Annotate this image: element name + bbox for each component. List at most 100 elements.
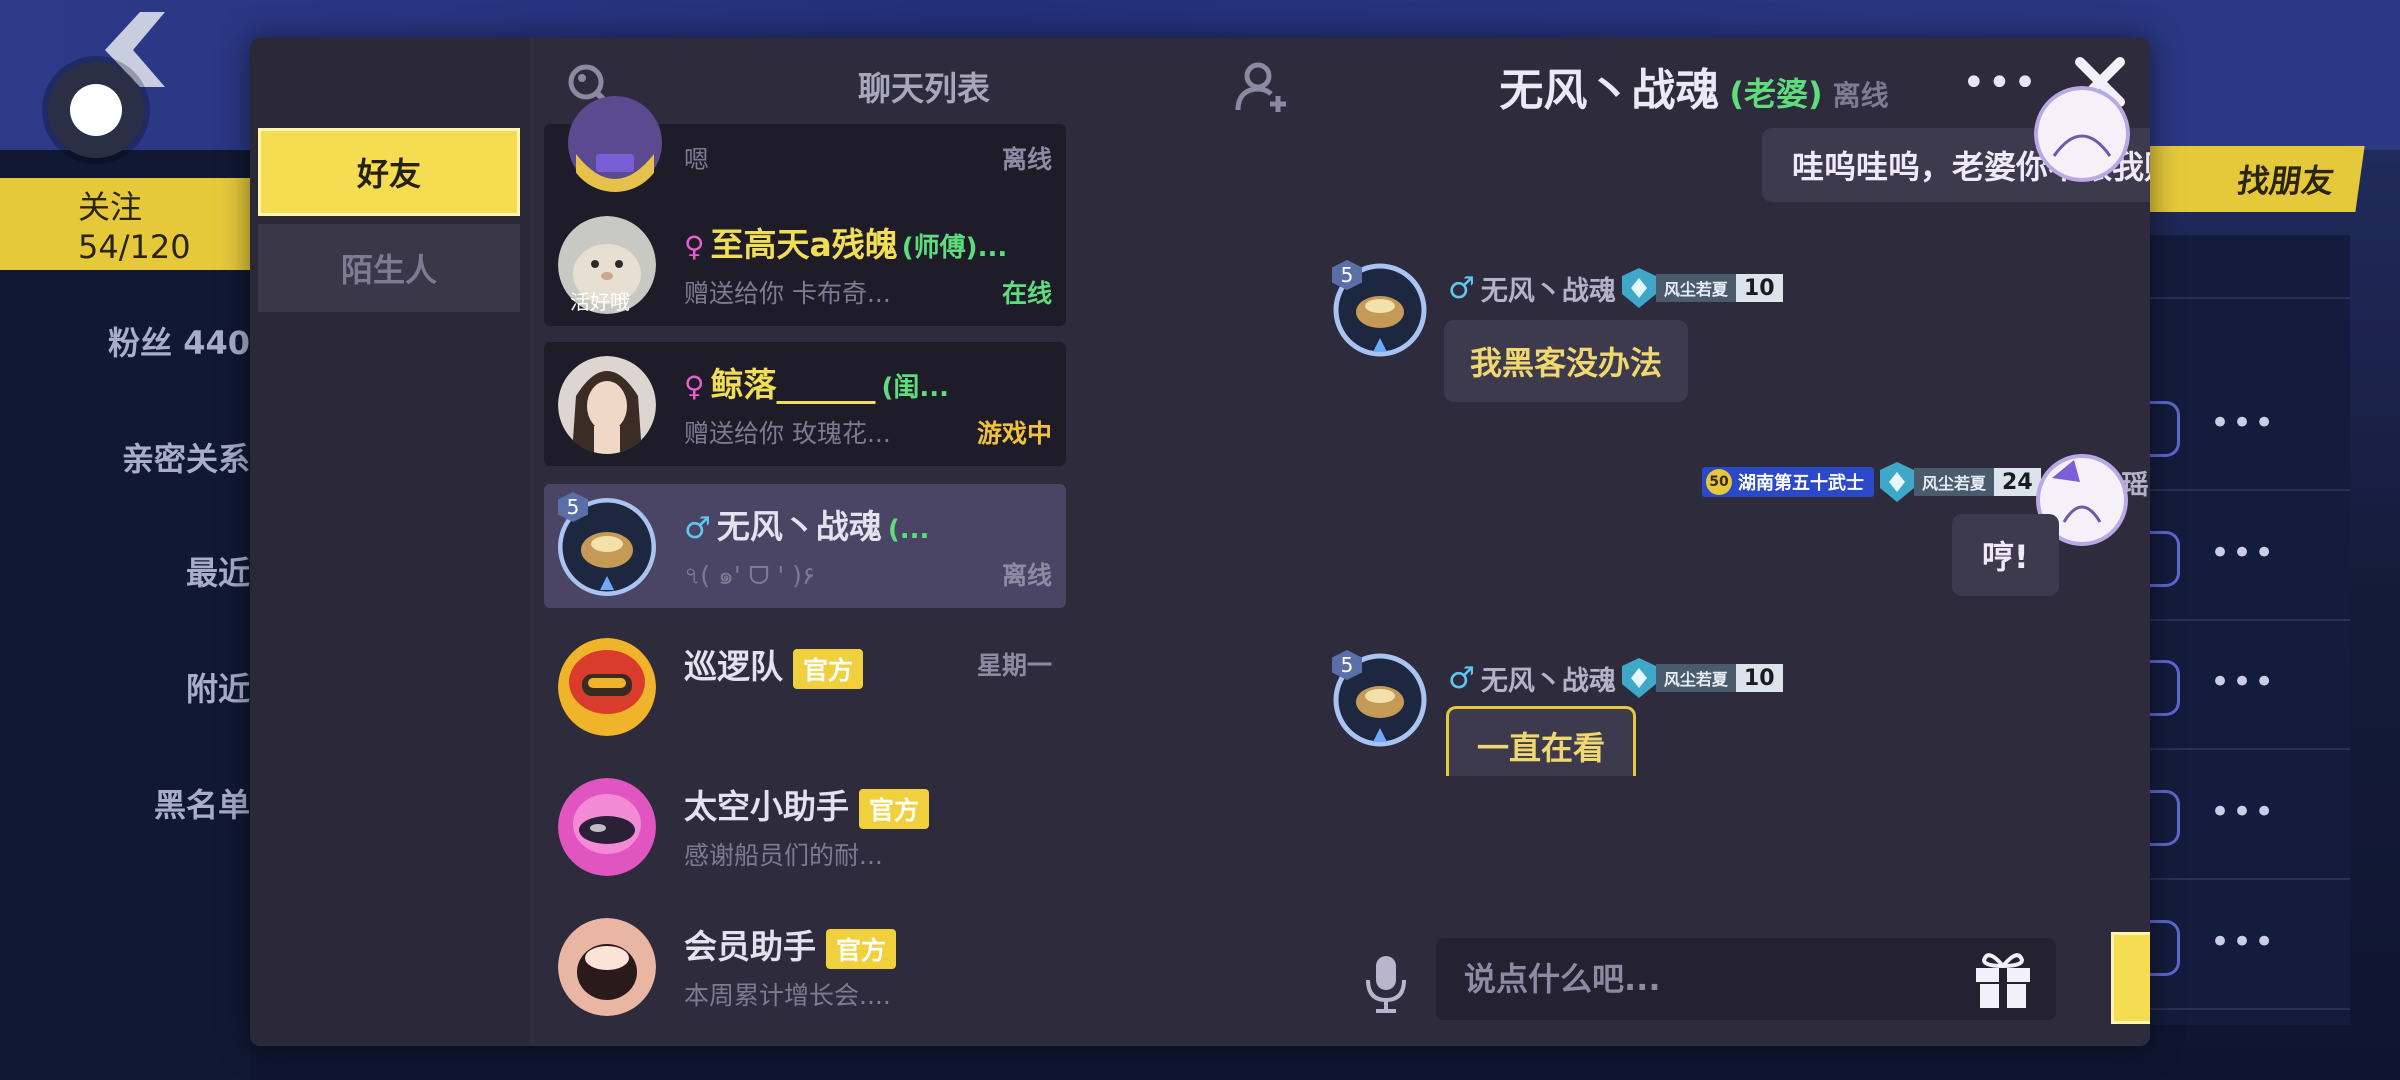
sidebar-item-recent[interactable]: 最近 (0, 548, 250, 594)
friend-type-tabs: 好友 陌生人 (250, 38, 530, 1046)
background-sidebar (0, 150, 250, 1080)
male-icon: ♂ (1448, 270, 1475, 306)
follow-count-label: 关注 54/120 (78, 188, 191, 266)
chat-time: 星期一 (976, 651, 1052, 680)
find-friends-button[interactable]: 找朋友 (2115, 146, 2365, 212)
sidebar-item-blacklist[interactable]: 黑名单 (0, 780, 250, 826)
friend-message-bubble: 我黑客没办法 (1444, 320, 1689, 402)
background-row: ••• (2150, 622, 2350, 750)
avatar-caption: 活好哦 (570, 290, 630, 314)
chat-preview: 赠送给你 玫瑰花... (684, 419, 891, 448)
sidebar-item-nearby[interactable]: 附近 (0, 664, 250, 710)
row-action-icon (2150, 920, 2180, 976)
add-friend-icon[interactable] (1234, 58, 1290, 114)
official-name-row: 会员助手 官方 (684, 920, 897, 969)
more-icon[interactable]: ••• (2210, 403, 2276, 443)
female-icon: ♀ (684, 370, 705, 403)
rank-badge: 风尘若夏 10 (1621, 268, 1783, 308)
follow-count-tab[interactable]: 关注 54/120 (0, 178, 250, 270)
chat-preview: 本周累计增长会.... (684, 981, 891, 1010)
gift-icon[interactable] (1970, 946, 2036, 1012)
female-icon: ♀ (684, 230, 705, 263)
message-input[interactable] (1436, 938, 2056, 1020)
row-action-icon (2150, 790, 2180, 846)
rank-name: 风尘若夏 (1655, 274, 1736, 302)
conversation-panel: 无风丶战魂(老婆)离线 ••• 哇呜哇呜，老婆你不跟我贴贴 5 ♂无风丶战魂 (1314, 38, 2150, 1046)
rank-shield-icon (1621, 658, 1656, 698)
my-avatar (2034, 86, 2130, 182)
sidebar-item-fans[interactable]: 粉丝 440 (0, 318, 250, 364)
official-name-row: 太空小助手 官方 (684, 780, 930, 829)
friend-name-row: ♀ 鲸落______ (闺... (684, 358, 949, 406)
more-icon[interactable]: ••• (2210, 792, 2276, 832)
friend-name-row: ♀ 至高天a残魄 (师傅)... (684, 218, 1007, 266)
message-input-bar: 发送 (1314, 916, 2150, 1046)
more-icon[interactable]: ••• (2210, 533, 2276, 573)
chat-list-item[interactable]: 会员助手 官方 本周累计增长会.... (544, 904, 1066, 1028)
sender-name: 无风丶战魂 (1480, 665, 1616, 697)
chat-preview: 嗯 (684, 145, 710, 174)
rank-badge: 风尘若夏 24 (1880, 462, 2041, 502)
chat-modal: 好友 陌生人 聊天列表 嗯 离线 活好哦 ♀ 至高天a残魄 (师傅)... 赠送… (250, 38, 2150, 1046)
conversation-partner-name: 无风丶战魂 (1499, 65, 1720, 116)
more-options-button[interactable]: ••• (1962, 60, 2039, 106)
male-icon: ♂ (1448, 660, 1475, 696)
official-avatar (558, 638, 656, 736)
friend-avatar (568, 96, 662, 192)
title-level: 50 (1706, 469, 1732, 495)
sender-name: 无风丶战魂 (1480, 275, 1616, 307)
find-friends-label: 找朋友 (2235, 162, 2337, 200)
background-row: ••• (2150, 882, 2350, 1010)
send-button[interactable]: 发送 (2111, 932, 2150, 1024)
floating-assist-button[interactable] (48, 62, 144, 158)
more-icon[interactable]: ••• (2210, 662, 2276, 702)
rank-level: 10 (1735, 274, 1783, 302)
chat-list-panel: 聊天列表 嗯 离线 活好哦 ♀ 至高天a残魄 (师傅)... 赠送给你 卡布奇.… (534, 38, 1314, 1046)
official-tag: 官方 (793, 648, 864, 689)
background-row: ••• (2150, 493, 2350, 621)
background-row: ••• (2150, 752, 2350, 880)
chat-list-item[interactable]: 活好哦 ♀ 至高天a残魄 (师傅)... 赠送给你 卡布奇... 在线 (544, 202, 1066, 326)
chat-status: 离线 (1001, 561, 1052, 590)
official-name: 太空小助手 (684, 787, 849, 826)
friend-message-bubble: 一直在看 (1446, 706, 1637, 776)
official-name-row: 巡逻队 官方 (684, 640, 864, 689)
conversation-header: 无风丶战魂 (老婆) 离线 ••• (1314, 38, 2150, 128)
friend-name: 鲸落______ (710, 365, 876, 404)
row-action-icon (2150, 531, 2180, 587)
friend-name: 至高天a残魄 (710, 225, 898, 264)
chat-list-item[interactable]: 巡逻队 官方 星期一 (544, 624, 1066, 748)
floating-dot (70, 84, 122, 136)
rank-shield-icon (1621, 268, 1656, 308)
chat-preview: ৭( ๑' ᗜ ' )۶ (684, 561, 816, 590)
tab-strangers[interactable]: 陌生人 (258, 224, 520, 312)
microphone-icon[interactable] (1364, 954, 1408, 1014)
my-message-bubble: 哼! (1952, 514, 2059, 596)
background-row (2150, 235, 2350, 299)
rank-name: 风尘若夏 (1914, 468, 1995, 496)
chat-status: 离线 (1001, 145, 1052, 174)
chat-preview: 感谢船员们的耐... (684, 841, 883, 870)
rank-name: 风尘若夏 (1655, 664, 1736, 692)
chat-status: 游戏中 (976, 419, 1052, 448)
relation-label: (师傅)... (901, 233, 1008, 263)
sender-row: ♂ 无风丶战魂 风尘若夏 10 (1448, 658, 1783, 698)
conversation-title: 无风丶战魂 (老婆) 离线 (1314, 54, 2074, 118)
relation-label: (老婆) (1729, 75, 1823, 113)
rank-badge: 风尘若夏 10 (1621, 658, 1783, 698)
chat-list-item-selected[interactable]: 5 ♂ 无风丶战魂 (... ৭( ๑' ᗜ ' )۶ 离线 (544, 484, 1066, 608)
title-name: 湖南第五十武士 (1738, 473, 1864, 494)
official-tag: 官方 (859, 788, 930, 829)
chat-list-item[interactable]: 太空小助手 官方 感谢船员们的耐... (544, 764, 1066, 888)
more-icon[interactable]: ••• (2210, 922, 2276, 962)
friend-name: 无风丶战魂 (716, 507, 882, 546)
chat-list-item[interactable]: ♀ 鲸落______ (闺... 赠送给你 玫瑰花... 游戏中 (544, 342, 1066, 466)
background-row: ••• (2150, 363, 2350, 491)
rank-shield-icon (1880, 462, 1914, 502)
tab-friends[interactable]: 好友 (258, 128, 520, 216)
relation-label: (... (887, 515, 930, 545)
chat-list-title: 聊天列表 (858, 69, 990, 108)
sidebar-item-intimate[interactable]: 亲密关系 (0, 434, 250, 480)
official-avatar (558, 918, 656, 1016)
friend-avatar (558, 356, 656, 454)
